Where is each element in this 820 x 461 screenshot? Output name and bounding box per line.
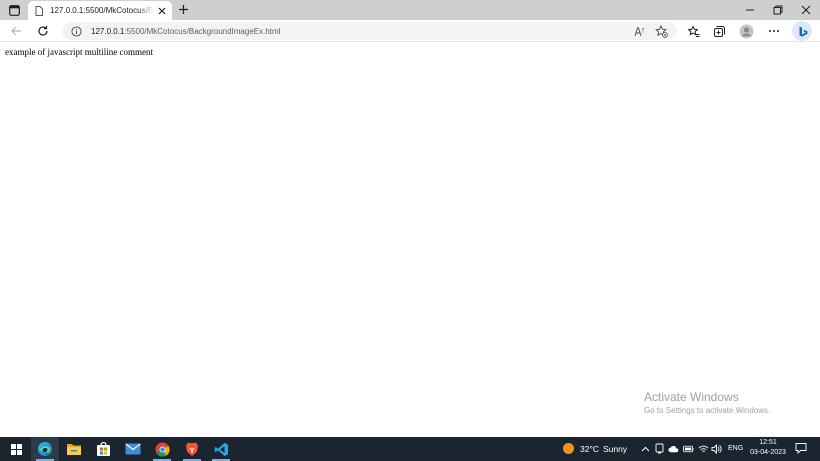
collections-icon[interactable] <box>711 23 727 39</box>
clock[interactable]: 12:51 03-04-2023 <box>749 438 787 460</box>
activate-windows-watermark: Activate Windows Go to Settings to activ… <box>644 390 770 417</box>
show-hidden-icons-icon[interactable] <box>640 443 651 454</box>
new-tab-button[interactable] <box>176 2 190 16</box>
close-icon[interactable] <box>792 0 820 20</box>
tab-title: 127.0.0.1:5500/MkCotocus/BackgroundImage… <box>50 6 154 15</box>
brave-icon[interactable] <box>178 437 206 461</box>
vscode-icon[interactable] <box>207 437 235 461</box>
activate-windows-subtitle: Go to Settings to activate Windows. <box>644 406 771 415</box>
profile-icon[interactable] <box>738 23 754 39</box>
add-favorite-icon[interactable] <box>655 25 668 38</box>
back-icon[interactable] <box>8 23 24 39</box>
url-text: 127.0.0.1:5500/MkCotocus/BackgroundImage… <box>91 27 280 36</box>
tab-strip: 127.0.0.1:5500/MkCotocus/BackgroundImage… <box>0 0 820 20</box>
input-language[interactable]: ENG <box>728 445 743 452</box>
activate-windows-title: Activate Windows <box>644 390 739 404</box>
page-text: example of javascript multiline comment <box>5 47 153 57</box>
restore-icon[interactable] <box>764 0 792 20</box>
page-favicon-icon <box>34 5 44 16</box>
tab-close-icon[interactable] <box>156 5 167 16</box>
read-aloud-icon[interactable]: ) <box>633 25 646 38</box>
address-bar[interactable]: 127.0.0.1:5500/MkCotocus/BackgroundImage… <box>62 22 677 40</box>
file-explorer-icon[interactable] <box>60 437 88 461</box>
onedrive-icon[interactable] <box>668 443 679 454</box>
store-icon[interactable] <box>89 437 117 461</box>
more-icon[interactable] <box>766 23 782 39</box>
mail-icon[interactable] <box>119 437 147 461</box>
tab-actions-icon[interactable] <box>6 2 22 18</box>
svg-text:): ) <box>642 29 644 34</box>
meet-now-icon[interactable] <box>654 443 665 454</box>
refresh-icon[interactable] <box>35 23 51 39</box>
clock-date: 03-04-2023 <box>750 449 786 456</box>
battery-icon[interactable] <box>683 443 694 454</box>
taskbar: 32°C Sunny ENG 12:51 03-04-2023 <box>0 437 820 461</box>
bing-icon[interactable] <box>792 21 812 41</box>
browser-tab[interactable]: 127.0.0.1:5500/MkCotocus/BackgroundImage… <box>28 1 172 20</box>
edge-icon[interactable] <box>31 437 59 461</box>
weather-condition[interactable]: Sunny <box>603 444 627 454</box>
site-info-icon[interactable] <box>70 25 82 37</box>
volume-icon[interactable] <box>711 443 722 454</box>
weather-temperature[interactable]: 32°C <box>580 444 599 454</box>
notifications-icon[interactable] <box>795 442 807 454</box>
chrome-icon[interactable] <box>148 437 176 461</box>
minimize-icon[interactable] <box>736 0 764 20</box>
url-host: 127.0.0.1 <box>91 26 125 36</box>
browser-toolbar: 127.0.0.1:5500/MkCotocus/BackgroundImage… <box>0 20 820 42</box>
clock-time: 12:51 <box>759 439 777 446</box>
window-controls <box>736 0 820 20</box>
weather-sunny-icon[interactable] <box>562 442 575 455</box>
start-icon[interactable] <box>2 437 30 461</box>
favorites-icon[interactable] <box>685 23 701 39</box>
page-content: example of javascript multiline comment … <box>0 43 820 437</box>
wifi-icon[interactable] <box>698 443 709 454</box>
url-path: :5500/MkCotocus/BackgroundImageEx.html <box>124 26 281 36</box>
